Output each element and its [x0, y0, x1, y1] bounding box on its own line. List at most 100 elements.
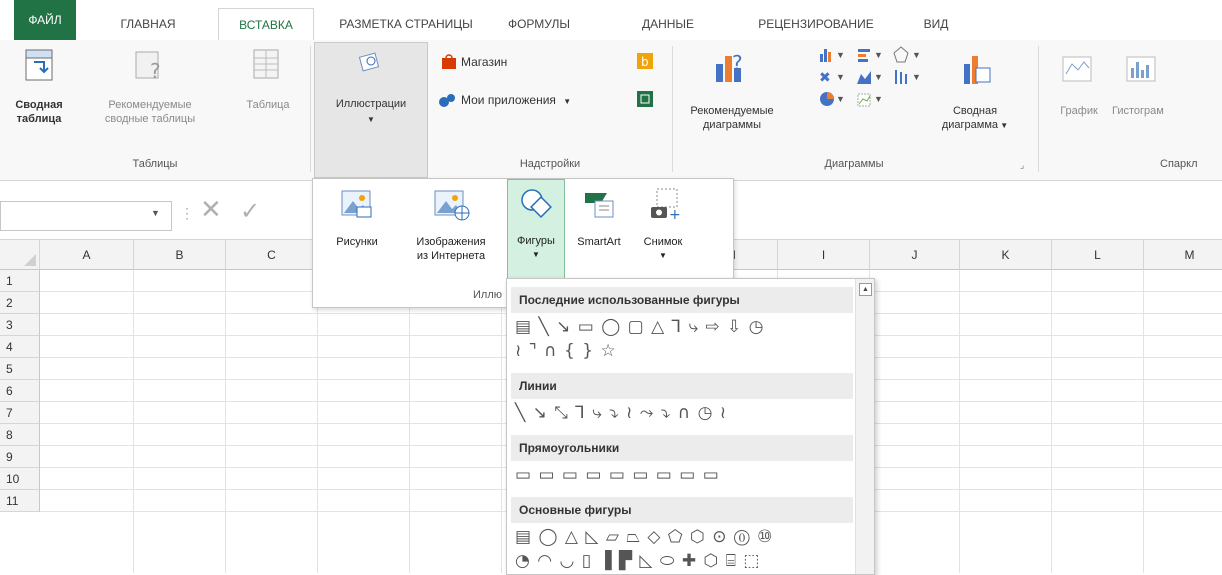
- sparkline-column-icon: [1126, 56, 1156, 85]
- shapes-button[interactable]: Фигуры ▼: [507, 179, 565, 279]
- recommended-charts-label-1: Рекомендуемые: [690, 105, 774, 117]
- pivot-chart-label-2: диаграмма: [941, 119, 999, 131]
- tab-formulas[interactable]: ФОРМУЛЫ: [492, 8, 586, 40]
- column-header[interactable]: K: [960, 240, 1052, 270]
- recent-shapes-row-1[interactable]: ▤ ╲ ↘ ▭ ◯ ▢ △ ⅂ ⤷ ⇨ ⇩ ◷: [515, 317, 765, 339]
- cancel-icon[interactable]: ✕: [200, 195, 222, 225]
- row-header[interactable]: 7: [0, 402, 40, 424]
- recommended-pivot-label-1: Рекомендуемые: [108, 99, 192, 111]
- basic-shapes-row-1[interactable]: ▤ ◯ △ ◺ ▱ ⏢ ◇ ⬠ ⬡ ⊙ ⓪ ⑩: [515, 527, 773, 549]
- column-chart-icon[interactable]: ▼: [818, 46, 858, 67]
- area-chart-icon[interactable]: ▼: [856, 68, 896, 89]
- row-header[interactable]: 5: [0, 358, 40, 380]
- pictures-label: Рисунки: [336, 236, 378, 248]
- screenshot-label: Снимок: [643, 236, 683, 248]
- svg-text:▼: ▼: [912, 72, 921, 82]
- pivot-table-button[interactable]: Сводная таблица: [0, 98, 78, 126]
- my-apps-button[interactable]: Мои приложения ▼: [461, 93, 591, 109]
- pie-chart-icon[interactable]: ▼: [818, 90, 858, 111]
- recommended-pivot-button[interactable]: Рекомендуемые сводные таблицы: [78, 98, 222, 126]
- svg-text:+: +: [669, 207, 681, 223]
- smartart-icon: [585, 193, 614, 218]
- name-box[interactable]: ▼: [0, 201, 172, 231]
- svg-text:?: ?: [732, 51, 743, 75]
- sparkline-line-button[interactable]: График: [1054, 104, 1104, 118]
- svg-text:▼: ▼: [836, 94, 845, 104]
- tab-data[interactable]: ДАННЫЕ: [626, 8, 710, 40]
- scatter-chart-icon[interactable]: ✖ ▼: [818, 68, 858, 89]
- svg-text:▼: ▼: [874, 72, 883, 82]
- tab-home[interactable]: ГЛАВНАЯ: [106, 8, 190, 40]
- recommended-charts-button[interactable]: Рекомендуемые диаграммы: [682, 104, 782, 132]
- my-apps-icon: [436, 90, 458, 113]
- pivot-chart-label-1: Сводная: [952, 105, 998, 117]
- dialog-launcher-icon[interactable]: ⌟: [1020, 160, 1024, 171]
- column-header[interactable]: A: [40, 240, 134, 270]
- gridline-vertical: [409, 270, 410, 573]
- illustrations-button[interactable]: Иллюстрации ▼: [314, 42, 428, 178]
- column-header[interactable]: L: [1052, 240, 1144, 270]
- row-header[interactable]: 9: [0, 446, 40, 468]
- gridline-vertical: [225, 270, 226, 573]
- row-header[interactable]: 3: [0, 314, 40, 336]
- gridline-vertical: [133, 270, 134, 573]
- tab-insert[interactable]: ВСТАВКА: [218, 8, 314, 41]
- column-header[interactable]: J: [870, 240, 960, 270]
- column-header[interactable]: I: [778, 240, 870, 270]
- rectangles-header: Прямоугольники: [511, 435, 853, 461]
- row-header[interactable]: 11: [0, 490, 40, 512]
- formula-bar-resize-handle[interactable]: ⋮: [180, 205, 194, 222]
- store-button[interactable]: Магазин: [461, 55, 531, 69]
- row-header[interactable]: 1: [0, 270, 40, 292]
- group-divider: [672, 46, 673, 172]
- tab-page-layout[interactable]: РАЗМЕТКА СТРАНИЦЫ: [334, 8, 478, 40]
- column-header[interactable]: B: [134, 240, 226, 270]
- gridline-vertical: [317, 270, 318, 573]
- tab-review[interactable]: РЕЦЕНЗИРОВАНИЕ: [742, 8, 890, 40]
- row-header[interactable]: 6: [0, 380, 40, 402]
- smartart-label: SmartArt: [577, 236, 621, 248]
- charts-group-label: Диаграммы: [824, 158, 884, 170]
- lines-row-1[interactable]: ╲ ↘ ⤡ ⅂ ⤷ ⤵ ≀ ⤳ ⤵ ∩ ◷ ≀: [515, 403, 727, 425]
- recent-shapes-header: Последние использованные фигуры: [511, 287, 853, 313]
- online-pictures-label-2: из Интернета: [416, 250, 486, 262]
- stock-chart-icon[interactable]: ▼: [892, 68, 932, 89]
- svg-text:▼: ▼: [874, 94, 883, 104]
- pivot-chart-button[interactable]: Сводная диаграмма ▼: [930, 104, 1020, 133]
- chevron-down-icon[interactable]: ▼: [151, 208, 160, 218]
- tab-file[interactable]: ФАЙЛ: [14, 0, 76, 40]
- row-header[interactable]: 8: [0, 424, 40, 446]
- basic-shapes-row-2[interactable]: ◔ ◠ ◡ ▯ ▐ ▛ ◺ ⬭ ✚ ⬡ ⌸ ⬚: [515, 551, 760, 573]
- basic-shapes-header: Основные фигуры: [511, 497, 853, 523]
- pivot-table-label-2: таблица: [16, 113, 62, 125]
- table-icon: [252, 48, 282, 83]
- bing-icon[interactable]: b: [636, 52, 654, 73]
- svg-text:✖: ✖: [819, 70, 831, 86]
- recent-shapes-row-2[interactable]: ≀ ⌝ ∩ { } ☆: [515, 341, 617, 363]
- chevron-down-icon: ▼: [659, 251, 667, 260]
- rectangles-row-1[interactable]: ▭ ▭ ▭ ▭ ▭ ▭ ▭ ▭ ▭: [515, 465, 720, 487]
- pictures-button[interactable]: Рисунки: [317, 179, 397, 287]
- people-graph-icon[interactable]: [636, 90, 654, 111]
- screenshot-button[interactable]: + Снимок ▼: [631, 179, 695, 287]
- bar-chart-icon[interactable]: ▼: [856, 46, 896, 67]
- svg-text:b: b: [641, 55, 649, 69]
- column-header[interactable]: M: [1144, 240, 1222, 270]
- smartart-button[interactable]: SmartArt: [567, 179, 631, 287]
- shapes-icon: [521, 189, 552, 218]
- scroll-up-icon[interactable]: ▲: [859, 283, 872, 296]
- confirm-icon[interactable]: ✓: [240, 197, 260, 225]
- radar-chart-icon[interactable]: ▼: [892, 46, 932, 67]
- select-all-corner[interactable]: [0, 240, 40, 270]
- row-header[interactable]: 2: [0, 292, 40, 314]
- tab-view[interactable]: ВИД: [906, 8, 966, 40]
- row-header[interactable]: 10: [0, 468, 40, 490]
- table-button[interactable]: Таблица: [228, 98, 308, 112]
- combo-chart-icon[interactable]: ▼: [856, 90, 896, 111]
- pivot-table-label-1: Сводная: [15, 99, 63, 111]
- online-pictures-button[interactable]: Изображения из Интернета: [397, 179, 505, 287]
- row-header[interactable]: 4: [0, 336, 40, 358]
- shapes-scrollbar[interactable]: ▲: [855, 279, 874, 574]
- sparkline-column-button[interactable]: Гистограм: [1106, 104, 1222, 118]
- column-header[interactable]: C: [226, 240, 318, 270]
